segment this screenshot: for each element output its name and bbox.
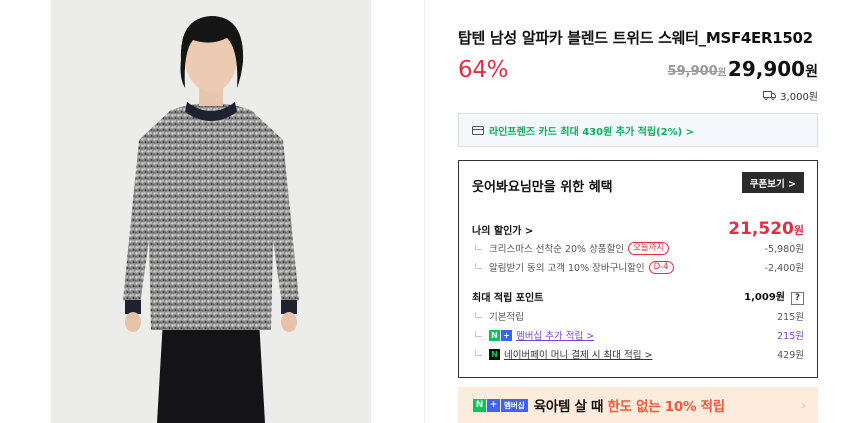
my-discount-label[interactable]: 나의 할인가 > (472, 222, 533, 237)
discount-tag: D-4 (648, 260, 674, 274)
coupon-view-button[interactable]: 쿠폰보기 > (741, 172, 804, 193)
my-discount-price: 21,520원 (728, 219, 804, 239)
point-value: 429원 (777, 350, 804, 361)
benefit-title: 웃어봐요님만을 위한 혜택 (472, 180, 613, 195)
panel-divider (424, 0, 425, 423)
points-total: 1,009원? (744, 288, 804, 305)
benefit-box: 웃어봐요님만을 위한 혜택 쿠폰보기 > 나의 할인가 > 21,520원 크리… (458, 160, 818, 378)
naver-pay-icon: N (489, 348, 500, 360)
discount-value: -2,400원 (764, 263, 804, 274)
help-icon[interactable]: ? (791, 292, 804, 305)
discount-row: 알림받기 동의 고객 10% 장바구니할인 D-4 -2,400원 (472, 260, 804, 274)
delivery-fee-text: 3,000원 (780, 92, 818, 103)
naver-plus-membership-icon: N + 멤버십 (473, 398, 528, 412)
discount-tag: 오늘까지 (628, 241, 670, 255)
product-title: 탑텐 남성 알파카 블렌드 트위드 스웨터_MSF4ER1502 (458, 29, 813, 47)
card-promo-text: 라인프렌즈 카드 최대 430원 추가 적립(2%) > (489, 126, 695, 138)
discount-label: 크리스마스 선착순 20% 상품할인 (489, 244, 625, 255)
discount-row: 크리스마스 선착순 20% 상품할인 오늘까지 -5,980원 (472, 241, 804, 255)
point-value: 215원 (777, 331, 804, 342)
point-item[interactable]: N 네이버페이 머니 결제 시 최대 적립 > 429원 (472, 347, 804, 361)
point-item: 기본적립 215원 (472, 309, 804, 323)
points-row: 최대 적립 포인트 1,009원? (472, 288, 804, 305)
delivery-fee: 3,000원 (763, 88, 818, 103)
my-discount-row[interactable]: 나의 할인가 > 21,520원 (472, 219, 804, 239)
card-promo-link[interactable]: 라인프렌즈 카드 최대 430원 추가 적립(2%) > (458, 113, 818, 147)
membership-points-link[interactable]: 멤버십 추가 적립 > (516, 328, 594, 342)
discount-rate: 64% (458, 57, 509, 83)
discount-label: 알림받기 동의 고객 10% 장바구니할인 (489, 263, 645, 274)
original-price: 59,900원 (667, 64, 726, 79)
banner-text: 육아템 살 때 한도 없는 10% 적립 (533, 399, 725, 415)
point-value: 215원 (777, 312, 804, 323)
point-item[interactable]: N + 멤버십 추가 적립 > 215원 (472, 328, 804, 342)
card-icon (472, 125, 484, 135)
discount-value: -5,980원 (764, 244, 804, 255)
point-label: 기본적립 (489, 312, 524, 323)
naver-pay-points-link[interactable]: 네이버페이 머니 결제 시 최대 적립 > (504, 347, 652, 361)
truck-icon (763, 91, 777, 100)
naver-plus-membership-icon: N + (489, 329, 512, 341)
points-label: 최대 적립 포인트 (472, 293, 544, 304)
chevron-right-icon: › (801, 399, 806, 412)
product-image[interactable] (51, 0, 371, 423)
sale-price: 29,900원 (727, 57, 818, 81)
membership-banner[interactable]: N + 멤버십 육아템 살 때 한도 없는 10% 적립 › (458, 387, 818, 423)
